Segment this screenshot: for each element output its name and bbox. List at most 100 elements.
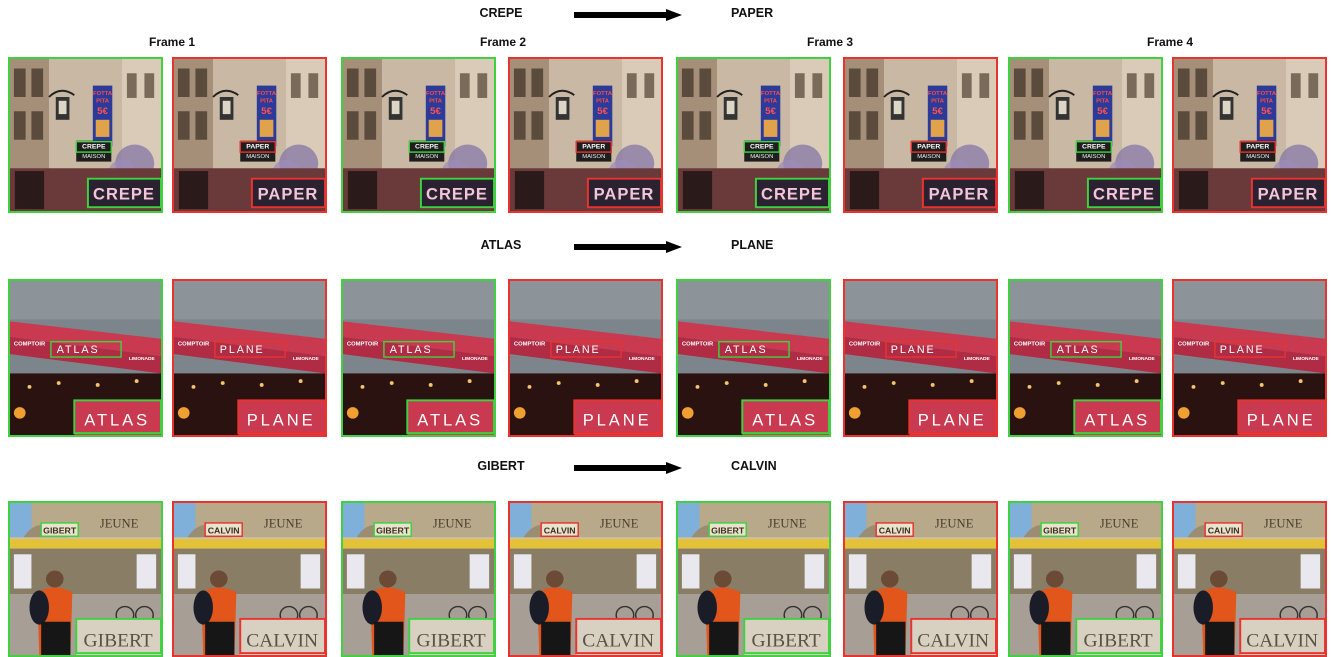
source-word: CREPE: [479, 6, 523, 20]
svg-text:FOTTA: FOTTA: [1257, 91, 1277, 97]
scene-image: COMPTOIR LIMONADE ATLAS ATLAS: [678, 281, 829, 435]
arrow-icon: [574, 462, 682, 474]
svg-text:LIMONADE: LIMONADE: [293, 356, 320, 362]
svg-text:ATLAS: ATLAS: [752, 411, 818, 429]
scene-image: JEUNE CALVIN CALVIN: [174, 503, 325, 655]
scene-image: FOTTA PITA 5€ PAPER MAISON PAPER: [845, 59, 996, 211]
svg-text:PITA: PITA: [764, 99, 778, 105]
svg-text:FOTTA: FOTTA: [426, 91, 446, 97]
image-row1-frame1-source: FOTTA PITA 5€ CREPE MAISON CREPE: [8, 57, 163, 213]
svg-text:COMPTOIR: COMPTOIR: [514, 342, 546, 348]
svg-text:PLANE: PLANE: [891, 344, 936, 356]
scene-image: FOTTA PITA 5€ CREPE MAISON CREPE: [10, 59, 161, 211]
scene-image: COMPTOIR LIMONADE ATLAS ATLAS: [343, 281, 494, 435]
svg-text:CREPE: CREPE: [1093, 186, 1155, 204]
svg-text:PAPER: PAPER: [258, 186, 319, 204]
svg-text:CREPE: CREPE: [1082, 143, 1106, 150]
scene-image: JEUNE GIBERT GIBERT: [10, 503, 161, 655]
scene-image: FOTTA PITA 5€ CREPE MAISON CREPE: [678, 59, 829, 211]
svg-text:COMPTOIR: COMPTOIR: [1014, 342, 1046, 348]
svg-text:PITA: PITA: [429, 99, 443, 105]
svg-text:LIMONADE: LIMONADE: [462, 356, 489, 362]
svg-text:JEUNE: JEUNE: [1100, 517, 1139, 531]
svg-text:PAPER: PAPER: [582, 143, 605, 150]
svg-text:FOTTA: FOTTA: [761, 91, 781, 97]
scene-image: JEUNE CALVIN CALVIN: [1174, 503, 1325, 655]
svg-text:FOTTA: FOTTA: [93, 91, 113, 97]
svg-text:PLANE: PLANE: [556, 344, 601, 356]
frame-label-2: Frame 2: [479, 35, 527, 49]
image-row3-frame3-edited: JEUNE CALVIN CALVIN: [843, 501, 998, 657]
svg-text:CREPE: CREPE: [93, 186, 155, 204]
svg-text:CALVIN: CALVIN: [1208, 526, 1240, 536]
svg-text:MAISON: MAISON: [582, 154, 605, 160]
image-row3-frame3-source: JEUNE GIBERT GIBERT: [676, 501, 831, 657]
image-row3-frame2-edited: JEUNE CALVIN CALVIN: [508, 501, 663, 657]
scene-image: FOTTA PITA 5€ PAPER MAISON PAPER: [1174, 59, 1325, 211]
image-row2-frame1-edited: COMPTOIR LIMONADE PLANE PLANE: [172, 279, 327, 437]
svg-text:FOTTA: FOTTA: [928, 91, 948, 97]
svg-text:5€: 5€: [932, 106, 943, 117]
image-row3-frame4-edited: JEUNE CALVIN CALVIN: [1172, 501, 1327, 657]
scene-image: COMPTOIR LIMONADE ATLAS ATLAS: [1010, 281, 1161, 435]
image-row2-frame2-edited: COMPTOIR LIMONADE PLANE PLANE: [508, 279, 663, 437]
image-row2-frame4-edited: COMPTOIR LIMONADE PLANE PLANE: [1172, 279, 1327, 437]
svg-text:COMPTOIR: COMPTOIR: [849, 342, 881, 348]
svg-text:JEUNE: JEUNE: [433, 517, 472, 531]
svg-text:CALVIN: CALVIN: [246, 631, 318, 652]
svg-text:PAPER: PAPER: [1258, 186, 1319, 204]
svg-text:COMPTOIR: COMPTOIR: [347, 342, 379, 348]
svg-text:PITA: PITA: [596, 99, 610, 105]
svg-text:GIBERT: GIBERT: [1084, 631, 1153, 652]
svg-text:PLANE: PLANE: [1220, 344, 1265, 356]
svg-text:5€: 5€: [97, 106, 108, 117]
source-word: ATLAS: [480, 238, 522, 252]
svg-text:PLANE: PLANE: [918, 411, 987, 429]
svg-text:JEUNE: JEUNE: [600, 517, 639, 531]
svg-text:CALVIN: CALVIN: [208, 526, 240, 536]
svg-text:PLANE: PLANE: [220, 344, 265, 356]
svg-text:CALVIN: CALVIN: [582, 631, 654, 652]
image-row1-frame3-edited: FOTTA PITA 5€ PAPER MAISON PAPER: [843, 57, 998, 213]
scene-image: FOTTA PITA 5€ CREPE MAISON CREPE: [343, 59, 494, 211]
svg-text:CREPE: CREPE: [426, 186, 488, 204]
image-row3-frame2-source: JEUNE GIBERT GIBERT: [341, 501, 496, 657]
target-word: PAPER: [731, 6, 774, 20]
svg-text:CALVIN: CALVIN: [544, 526, 576, 536]
svg-text:MAISON: MAISON: [917, 154, 940, 160]
svg-text:LIMONADE: LIMONADE: [1293, 356, 1320, 362]
svg-text:LIMONADE: LIMONADE: [797, 356, 824, 362]
image-row2-frame2-source: COMPTOIR LIMONADE ATLAS ATLAS: [341, 279, 496, 437]
svg-text:GIBERT: GIBERT: [711, 526, 745, 536]
image-row2-frame1-source: COMPTOIR LIMONADE ATLAS ATLAS: [8, 279, 163, 437]
svg-text:COMPTOIR: COMPTOIR: [14, 342, 46, 348]
svg-text:ATLAS: ATLAS: [57, 344, 100, 356]
svg-text:ATLAS: ATLAS: [417, 411, 483, 429]
svg-text:MAISON: MAISON: [82, 154, 105, 160]
scene-image: COMPTOIR LIMONADE ATLAS ATLAS: [10, 281, 161, 435]
svg-text:COMPTOIR: COMPTOIR: [178, 342, 210, 348]
scene-image: FOTTA PITA 5€ CREPE MAISON CREPE: [1010, 59, 1161, 211]
svg-text:PLANE: PLANE: [583, 411, 652, 429]
svg-text:FOTTA: FOTTA: [257, 91, 277, 97]
svg-text:JEUNE: JEUNE: [264, 517, 303, 531]
svg-text:PITA: PITA: [1096, 99, 1110, 105]
svg-text:MAISON: MAISON: [750, 154, 773, 160]
svg-text:CALVIN: CALVIN: [917, 631, 989, 652]
svg-text:ATLAS: ATLAS: [1084, 411, 1150, 429]
svg-text:COMPTOIR: COMPTOIR: [682, 342, 714, 348]
scene-image: COMPTOIR LIMONADE PLANE PLANE: [845, 281, 996, 435]
svg-text:MAISON: MAISON: [1082, 154, 1105, 160]
svg-text:PLANE: PLANE: [247, 411, 316, 429]
scene-image: COMPTOIR LIMONADE PLANE PLANE: [510, 281, 661, 435]
svg-text:5€: 5€: [261, 106, 272, 117]
svg-text:LIMONADE: LIMONADE: [629, 356, 656, 362]
svg-text:JEUNE: JEUNE: [1264, 517, 1303, 531]
image-row3-frame1-edited: JEUNE CALVIN CALVIN: [172, 501, 327, 657]
svg-text:JEUNE: JEUNE: [100, 517, 139, 531]
svg-text:5€: 5€: [765, 106, 776, 117]
svg-text:GIBERT: GIBERT: [417, 631, 486, 652]
scene-image: JEUNE CALVIN CALVIN: [510, 503, 661, 655]
svg-text:MAISON: MAISON: [1246, 154, 1269, 160]
scene-image: FOTTA PITA 5€ PAPER MAISON PAPER: [174, 59, 325, 211]
